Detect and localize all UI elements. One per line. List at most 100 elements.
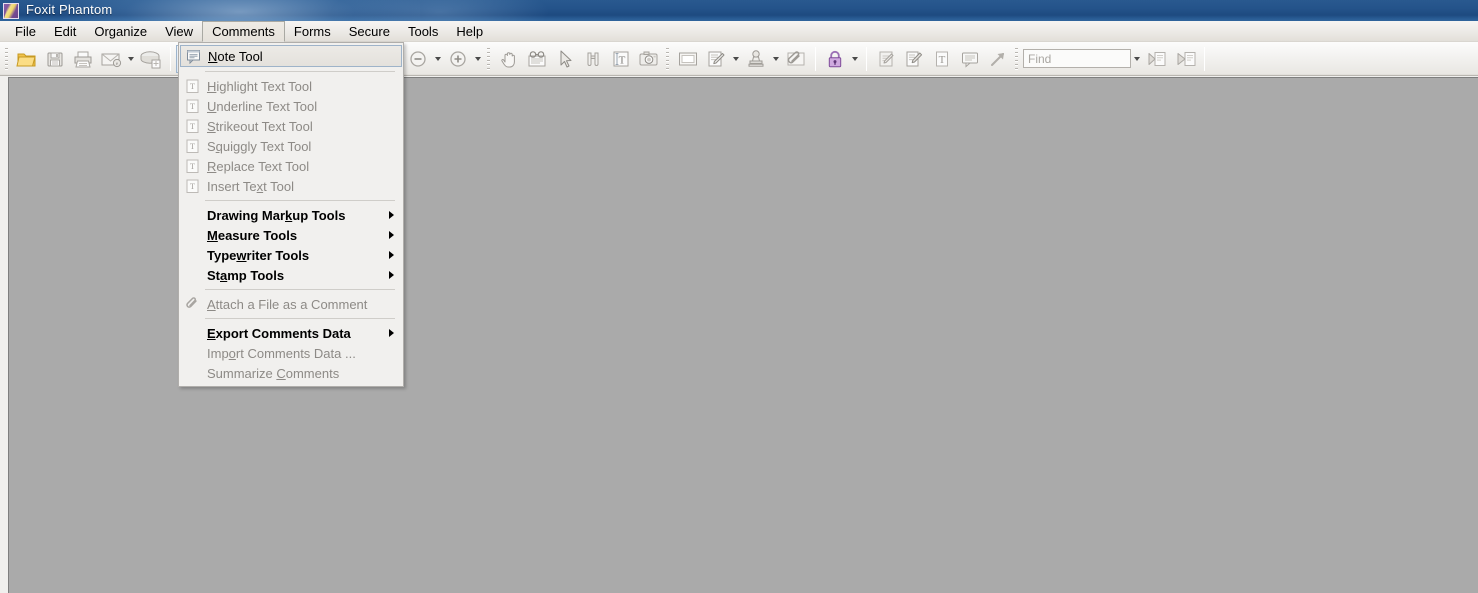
callout-icon[interactable]	[956, 45, 984, 73]
text-tool-icon: T	[183, 77, 203, 95]
menu-item-attach-file-as-comment: Attach a File as a Comment	[179, 294, 403, 314]
menu-edit[interactable]: Edit	[45, 22, 85, 41]
save-icon[interactable]	[41, 45, 69, 73]
menu-item-note-tool[interactable]: Note Tool	[180, 45, 402, 67]
svg-text:T: T	[619, 54, 626, 66]
submenu-arrow-icon	[389, 329, 394, 337]
menu-item-no-icon	[183, 324, 203, 342]
menu-item-typewriter-tools[interactable]: Typewriter Tools	[179, 245, 403, 265]
zoom-in-dropdown-arrow[interactable]	[472, 45, 484, 73]
menu-item-label: Insert Text Tool	[207, 178, 294, 194]
toolbar-separator-5	[866, 46, 867, 71]
zoom-out-icon[interactable]	[404, 45, 432, 73]
menu-item-label: Import Comments Data ...	[207, 345, 356, 361]
menu-item-stamp-tools[interactable]: Stamp Tools	[179, 265, 403, 285]
menu-item-label: Squiggly Text Tool	[207, 138, 312, 154]
menu-item-no-icon	[183, 266, 203, 284]
menu-item-label: Stamp Tools	[207, 267, 285, 283]
toolbar-separator-1	[170, 46, 171, 71]
title-bar-glow-secondary	[330, 0, 550, 21]
menu-comments[interactable]: Comments	[202, 20, 285, 42]
snapshot-pages-icon[interactable]	[579, 45, 607, 73]
pencil-markup-icon[interactable]	[702, 45, 730, 73]
menu-item-label: Note Tool	[208, 48, 263, 64]
svg-text:T: T	[190, 81, 196, 91]
title-bar: Foxit Phantom	[0, 0, 1478, 21]
toolbar-grip-file[interactable]	[3, 45, 11, 72]
menu-item-label: Attach a File as a Comment	[207, 296, 368, 312]
zoom-out-dropdown-arrow[interactable]	[432, 45, 444, 73]
typewriter-icon[interactable]: T	[928, 45, 956, 73]
comments-dropdown-menu: Note Tool T Highlight Text Tool T Underline …	[178, 42, 404, 387]
menu-forms[interactable]: Forms	[285, 22, 340, 41]
next-page-icon[interactable]	[1171, 45, 1199, 73]
menu-tools[interactable]: Tools	[399, 22, 447, 41]
edit-signature-icon[interactable]	[900, 45, 928, 73]
rectangle-icon[interactable]	[674, 45, 702, 73]
find-dropdown-arrow[interactable]	[1131, 45, 1143, 73]
menu-item-label: Underline Text Tool	[207, 98, 318, 114]
hand-tool-icon[interactable]	[495, 45, 523, 73]
menu-item-label: Drawing Markup Tools	[207, 207, 346, 223]
menu-item-label: Summarize Comments	[207, 365, 340, 381]
menu-item-import-comments-data: Import Comments Data ...	[179, 343, 403, 363]
zoom-in-icon[interactable]	[444, 45, 472, 73]
menu-file[interactable]: File	[6, 22, 45, 41]
menu-item-replace-text-tool: T Replace Text Tool	[179, 156, 403, 176]
menu-item-squiggly-text-tool: T Squiggly Text Tool	[179, 136, 403, 156]
sign-document-icon[interactable]	[872, 45, 900, 73]
secure-lock-icon[interactable]	[821, 45, 849, 73]
menu-item-label: Export Comments Data	[207, 325, 351, 341]
email-dropdown-arrow[interactable]	[125, 45, 137, 73]
secure-dropdown-arrow[interactable]	[849, 45, 861, 73]
menu-view[interactable]: View	[156, 22, 202, 41]
window-title: Foxit Phantom	[26, 2, 113, 17]
select-tool-icon[interactable]	[551, 45, 579, 73]
stamp-icon[interactable]	[742, 45, 770, 73]
stamp-dropdown-arrow[interactable]	[770, 45, 782, 73]
svg-text:T: T	[190, 121, 196, 131]
menu-separator-2	[205, 200, 395, 201]
menu-separator-3	[205, 289, 395, 290]
menu-item-summarize-comments: Summarize Comments	[179, 363, 403, 383]
menu-bar: File Edit Organize View Comments Forms Secure T…	[0, 20, 1478, 42]
toolbar-separator-6	[1204, 46, 1205, 71]
menu-item-no-icon	[183, 206, 203, 224]
menu-item-drawing-markup-tools[interactable]: Drawing Markup Tools	[179, 205, 403, 225]
menu-item-highlight-text-tool: T Highlight Text Tool	[179, 76, 403, 96]
arrow-tool-icon[interactable]	[984, 45, 1012, 73]
toolbar-grip-find[interactable]	[1013, 45, 1021, 72]
svg-text:T: T	[190, 161, 196, 171]
menu-help[interactable]: Help	[447, 22, 492, 41]
menu-item-insert-text-tool: T Insert Text Tool	[179, 176, 403, 196]
menu-item-measure-tools[interactable]: Measure Tools	[179, 225, 403, 245]
email-icon[interactable]: e	[97, 45, 125, 73]
previous-page-icon[interactable]	[1143, 45, 1171, 73]
svg-text:T: T	[190, 141, 196, 151]
menu-item-no-icon	[183, 226, 203, 244]
menu-separator-4	[205, 318, 395, 319]
menu-secure[interactable]: Secure	[340, 22, 399, 41]
camera-icon[interactable]	[635, 45, 663, 73]
menu-item-export-comments-data[interactable]: Export Comments Data	[179, 323, 403, 343]
attachment-icon[interactable]	[782, 45, 810, 73]
menu-item-label: Replace Text Tool	[207, 158, 310, 174]
menu-item-label: Highlight Text Tool	[207, 78, 313, 94]
text-tool-icon: T	[183, 97, 203, 115]
menu-organize[interactable]: Organize	[85, 22, 156, 41]
find-toolbar-group	[1023, 45, 1143, 73]
menu-item-no-icon	[183, 246, 203, 264]
note-icon	[184, 47, 204, 65]
search-input[interactable]	[1023, 49, 1131, 68]
open-file-icon[interactable]	[13, 45, 41, 73]
menu-item-underline-text-tool: T Underline Text Tool	[179, 96, 403, 116]
text-select-icon[interactable]: T	[607, 45, 635, 73]
pencil-dropdown-arrow[interactable]	[730, 45, 742, 73]
scan-icon[interactable]	[137, 45, 165, 73]
reading-mode-icon[interactable]	[523, 45, 551, 73]
toolbar-grip-commenting[interactable]	[664, 45, 672, 72]
svg-text:T: T	[190, 181, 196, 191]
print-icon[interactable]	[69, 45, 97, 73]
svg-text:T: T	[190, 101, 196, 111]
toolbar-grip-basic[interactable]	[485, 45, 493, 72]
